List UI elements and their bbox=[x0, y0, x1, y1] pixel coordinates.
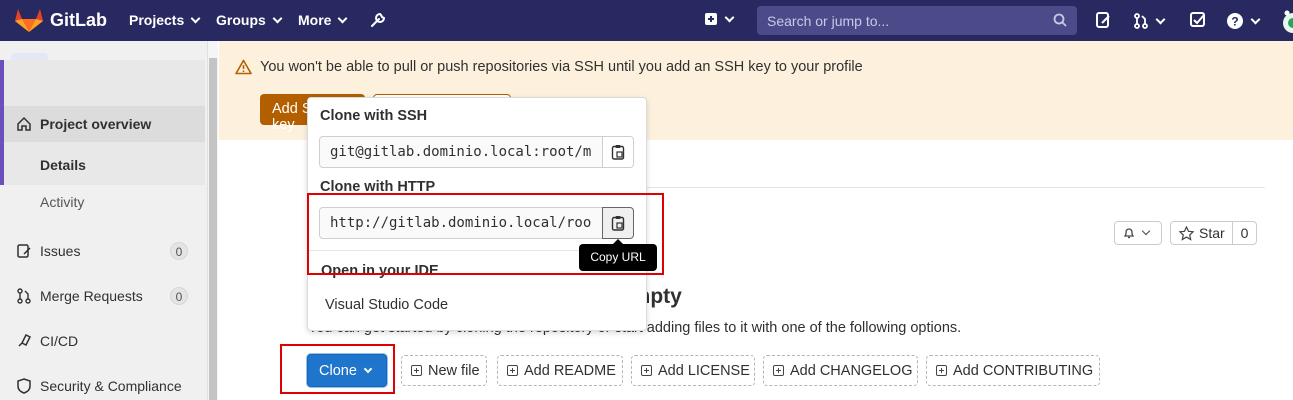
issues-icon bbox=[17, 244, 31, 258]
user-avatar-icon[interactable] bbox=[1278, 9, 1293, 33]
search-placeholder: Search or jump to... bbox=[767, 13, 890, 29]
home-icon bbox=[17, 116, 31, 131]
sidebar-item-cicd[interactable]: CI/CD bbox=[0, 332, 205, 350]
add-readme-label: Add README bbox=[524, 362, 616, 379]
nav-groups-label: Groups bbox=[216, 12, 266, 28]
add-changelog-label: Add CHANGELOG bbox=[790, 362, 913, 379]
rocket-icon bbox=[18, 333, 32, 347]
clipboard-icon bbox=[611, 145, 625, 160]
chevron-down-icon bbox=[1250, 14, 1261, 24]
help-icon: ? bbox=[1227, 13, 1243, 29]
nav-more-label: More bbox=[298, 12, 332, 28]
sidebar-item-activity[interactable]: Activity bbox=[0, 193, 205, 211]
nav-projects[interactable]: Projects bbox=[129, 12, 201, 28]
clone-ssh-heading: Clone with SSH bbox=[320, 108, 428, 124]
todo-check-icon[interactable] bbox=[1189, 11, 1207, 29]
chevron-down-icon bbox=[190, 13, 201, 23]
add-license-button[interactable]: Add LICENSE bbox=[631, 355, 755, 386]
sidebar-label-issues: Issues bbox=[40, 243, 81, 259]
chevron-down-icon bbox=[272, 13, 283, 23]
add-contributing-button[interactable]: Add CONTRIBUTING bbox=[926, 355, 1100, 386]
sidebar-label-merge-requests: Merge Requests bbox=[40, 288, 143, 304]
open-vscode-item[interactable]: Visual Studio Code bbox=[325, 297, 448, 313]
svg-text:?: ? bbox=[1231, 15, 1238, 29]
nav-groups[interactable]: Groups bbox=[216, 12, 283, 28]
chevron-down-icon bbox=[1141, 226, 1151, 236]
merge-request-icon bbox=[17, 288, 31, 304]
shield-icon bbox=[17, 378, 31, 394]
bell-icon bbox=[1123, 228, 1135, 239]
annotation-highlight-clone bbox=[280, 344, 395, 394]
merge-requests-count-badge: 0 bbox=[170, 287, 188, 305]
sidebar-label-activity: Activity bbox=[40, 194, 85, 210]
new-file-button[interactable]: New file bbox=[401, 355, 487, 386]
search-input[interactable]: Search or jump to... bbox=[757, 6, 1077, 35]
gitlab-logo-icon[interactable] bbox=[14, 7, 44, 33]
plus-square-icon bbox=[773, 365, 784, 376]
sidebar-label-details: Details bbox=[40, 157, 86, 173]
chevron-down-icon bbox=[338, 13, 348, 23]
sidebar-item-security[interactable]: Security & Compliance bbox=[0, 377, 205, 395]
new-menu-button[interactable] bbox=[704, 12, 735, 26]
sidebar-item-project-overview[interactable]: Project overview bbox=[0, 115, 205, 133]
top-navbar: GitLab Projects Groups More Search or ju… bbox=[0, 0, 1293, 41]
divider bbox=[620, 187, 1265, 188]
sidebar-scrollbar-thumb[interactable] bbox=[209, 58, 217, 400]
star-button[interactable]: Star bbox=[1170, 221, 1233, 245]
sidebar-label-cicd: CI/CD bbox=[40, 333, 79, 349]
merge-request-icon bbox=[1134, 13, 1148, 29]
help-menu[interactable]: ? bbox=[1226, 12, 1261, 30]
plus-square-icon bbox=[507, 365, 518, 376]
todo-doc-icon[interactable] bbox=[1094, 11, 1112, 29]
add-changelog-button[interactable]: Add CHANGELOG bbox=[763, 355, 918, 386]
wrench-icon[interactable] bbox=[369, 11, 387, 29]
annotation-highlight-http bbox=[307, 193, 664, 275]
notification-settings-button[interactable] bbox=[1114, 221, 1162, 245]
merge-requests-menu[interactable] bbox=[1133, 12, 1166, 30]
warning-icon bbox=[235, 59, 252, 75]
star-icon bbox=[1179, 225, 1194, 241]
sidebar-item-issues[interactable]: Issues 0 bbox=[0, 242, 205, 260]
sidebar-label-project-overview: Project overview bbox=[40, 116, 152, 132]
ssh-url-field[interactable]: git@gitlab.dominio.local:root/m bbox=[319, 136, 603, 168]
issues-count-badge: 0 bbox=[170, 242, 188, 260]
nav-more[interactable]: More bbox=[298, 12, 348, 28]
star-label: Star bbox=[1199, 225, 1225, 241]
search-icon bbox=[1053, 13, 1067, 27]
brand-name[interactable]: GitLab bbox=[50, 10, 107, 31]
alert-message: You won't be able to pull or push reposi… bbox=[260, 59, 863, 75]
new-file-label: New file bbox=[428, 362, 480, 379]
plus-square-icon bbox=[936, 365, 947, 376]
chevron-down-icon bbox=[724, 12, 735, 22]
add-readme-button[interactable]: Add README bbox=[497, 355, 623, 386]
nav-projects-label: Projects bbox=[129, 12, 185, 28]
sidebar-item-details[interactable]: Details bbox=[0, 156, 205, 174]
copy-ssh-url-button[interactable] bbox=[602, 136, 634, 168]
sidebar-item-merge-requests[interactable]: Merge Requests 0 bbox=[0, 287, 205, 305]
plus-square-icon bbox=[705, 13, 717, 25]
chevron-down-icon bbox=[1155, 14, 1166, 24]
sidebar-label-security: Security & Compliance bbox=[40, 378, 182, 394]
plus-square-icon bbox=[641, 365, 652, 376]
add-contributing-label: Add CONTRIBUTING bbox=[953, 362, 1094, 379]
plus-square-icon bbox=[411, 365, 422, 376]
star-count[interactable]: 0 bbox=[1232, 221, 1257, 245]
add-license-label: Add LICENSE bbox=[658, 362, 750, 379]
